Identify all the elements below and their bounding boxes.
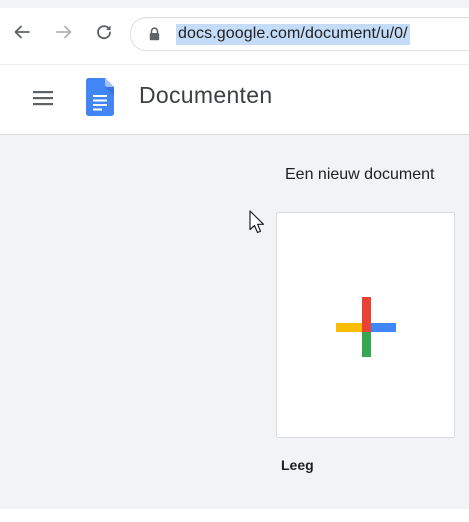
mouse-cursor-icon: [249, 210, 265, 234]
google-docs-logo-icon[interactable]: [86, 78, 114, 116]
reload-button[interactable]: [92, 20, 116, 44]
gallery-heading: Een nieuw document: [285, 166, 435, 183]
page: docs.google.com/document/u/0/ Documenten…: [0, 0, 469, 522]
tab-strip-edge: [0, 0, 469, 8]
hamburger-menu-icon: [33, 91, 53, 106]
main-menu-button[interactable]: [30, 85, 56, 111]
blank-document-card[interactable]: [276, 212, 455, 438]
back-button[interactable]: [10, 20, 34, 44]
colored-plus-icon: [336, 297, 396, 357]
forward-button[interactable]: [52, 20, 76, 44]
reload-icon: [97, 25, 111, 40]
docs-header: Documenten: [0, 65, 469, 135]
arrow-right-icon: [56, 25, 72, 39]
browser-toolbar: docs.google.com/document/u/0/: [0, 0, 469, 65]
template-gallery: Een nieuw document Leeg: [0, 135, 469, 509]
app-title[interactable]: Documenten: [139, 82, 272, 109]
template-label[interactable]: Leeg: [281, 457, 314, 473]
arrow-left-icon: [14, 25, 30, 39]
bottom-strip: [0, 509, 469, 522]
lock-icon[interactable]: [149, 27, 160, 41]
address-bar[interactable]: docs.google.com/document/u/0/: [130, 17, 469, 51]
url-text[interactable]: docs.google.com/document/u/0/: [176, 24, 410, 45]
